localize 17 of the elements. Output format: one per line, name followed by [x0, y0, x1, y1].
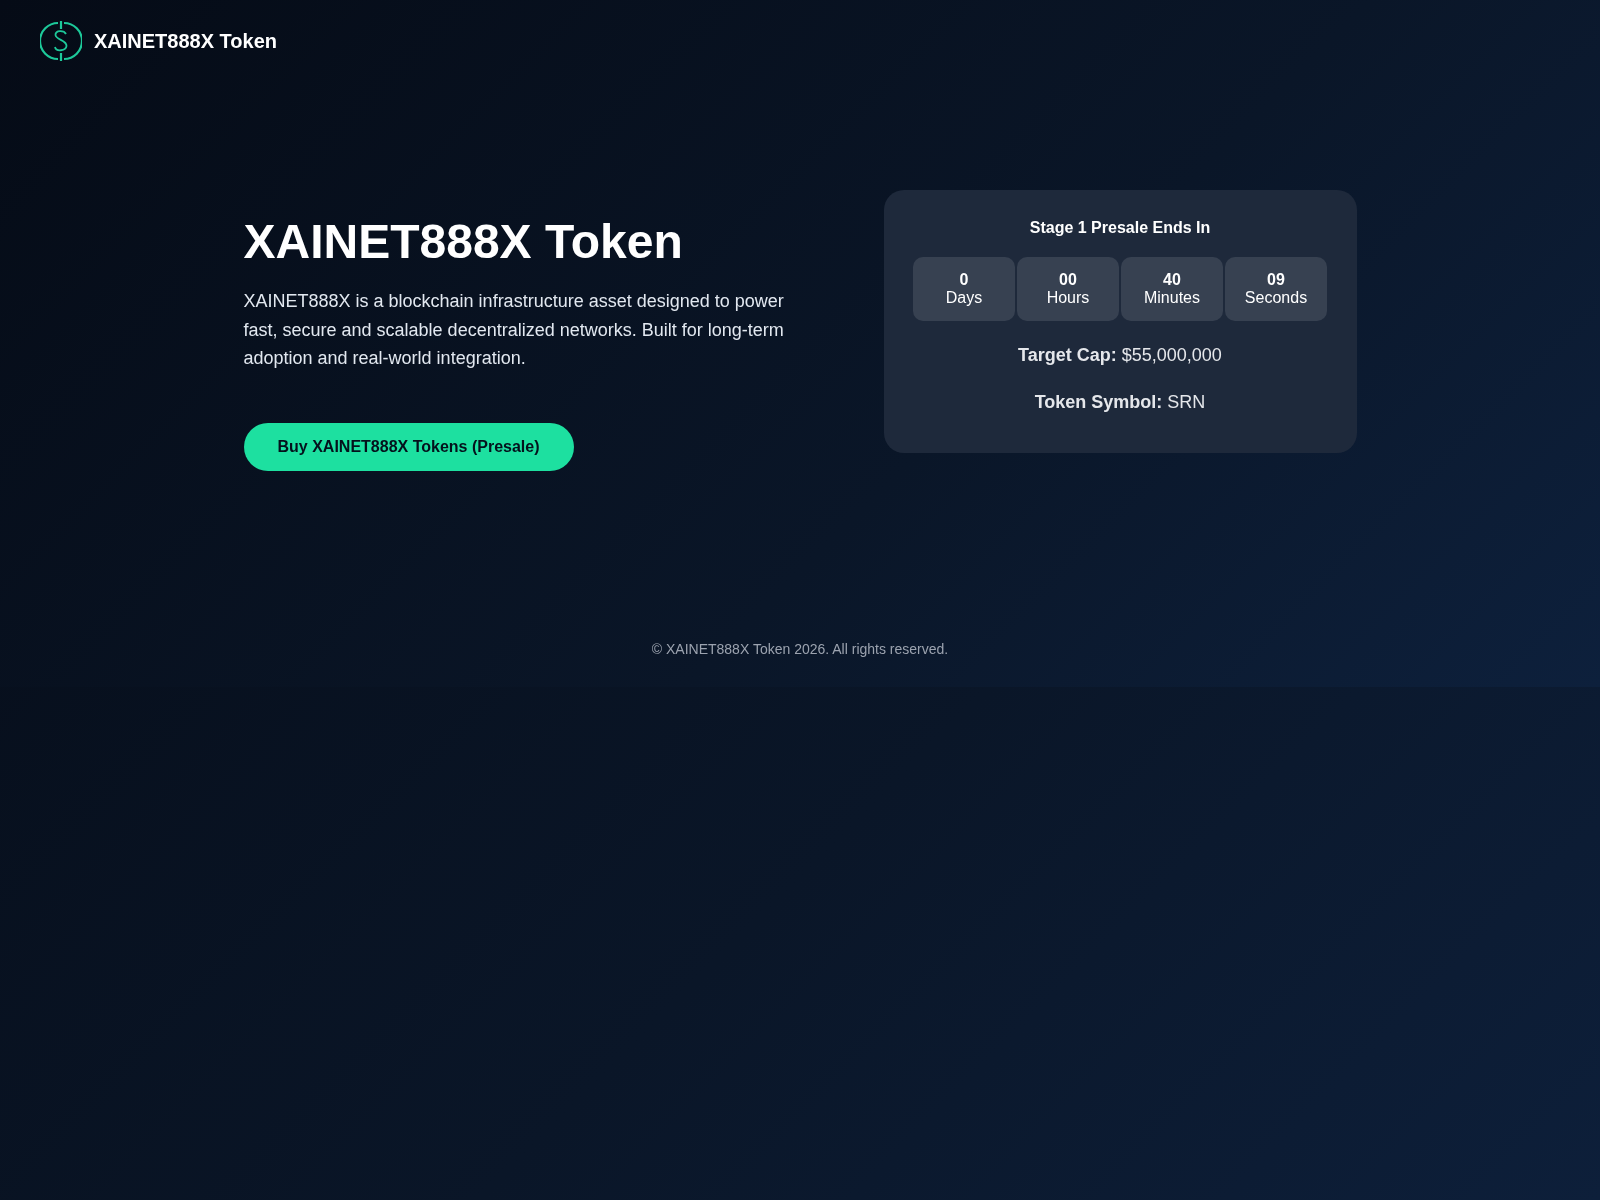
presale-title: Stage 1 Presale Ends In	[1029, 219, 1211, 237]
countdown-value: 00	[1059, 271, 1077, 289]
countdown-unit: Hours	[1046, 289, 1090, 307]
dollar-coin-icon	[40, 20, 82, 62]
hero-title: XAINET888X Token	[243, 214, 684, 269]
copyright-text: © XAINET888X Token 2026. All rights reserved.	[651, 641, 949, 657]
presale-fact: Target Cap: $55,000,000	[1018, 345, 1222, 366]
countdown-value: 09	[1267, 271, 1285, 289]
hero-description: XAINET888X is a blockchain infrastructure asset designed to power fast, secure and scalable decentralized networks. Built for long-term adoption and real-world integration.	[243, 290, 785, 370]
countdown-unit: Seconds	[1244, 289, 1308, 307]
countdown-unit: Minutes	[1144, 289, 1200, 307]
brand-name: XAINET888X Token	[94, 29, 278, 53]
presale-fact: Token Symbol: SRN	[1034, 392, 1206, 413]
countdown-value: 40	[1163, 271, 1181, 289]
buy-tokens-button[interactable]: Buy XAINET888X Tokens (Presale)	[243, 422, 574, 471]
countdown-unit: Days	[945, 289, 983, 307]
countdown-value: 0	[959, 271, 969, 289]
